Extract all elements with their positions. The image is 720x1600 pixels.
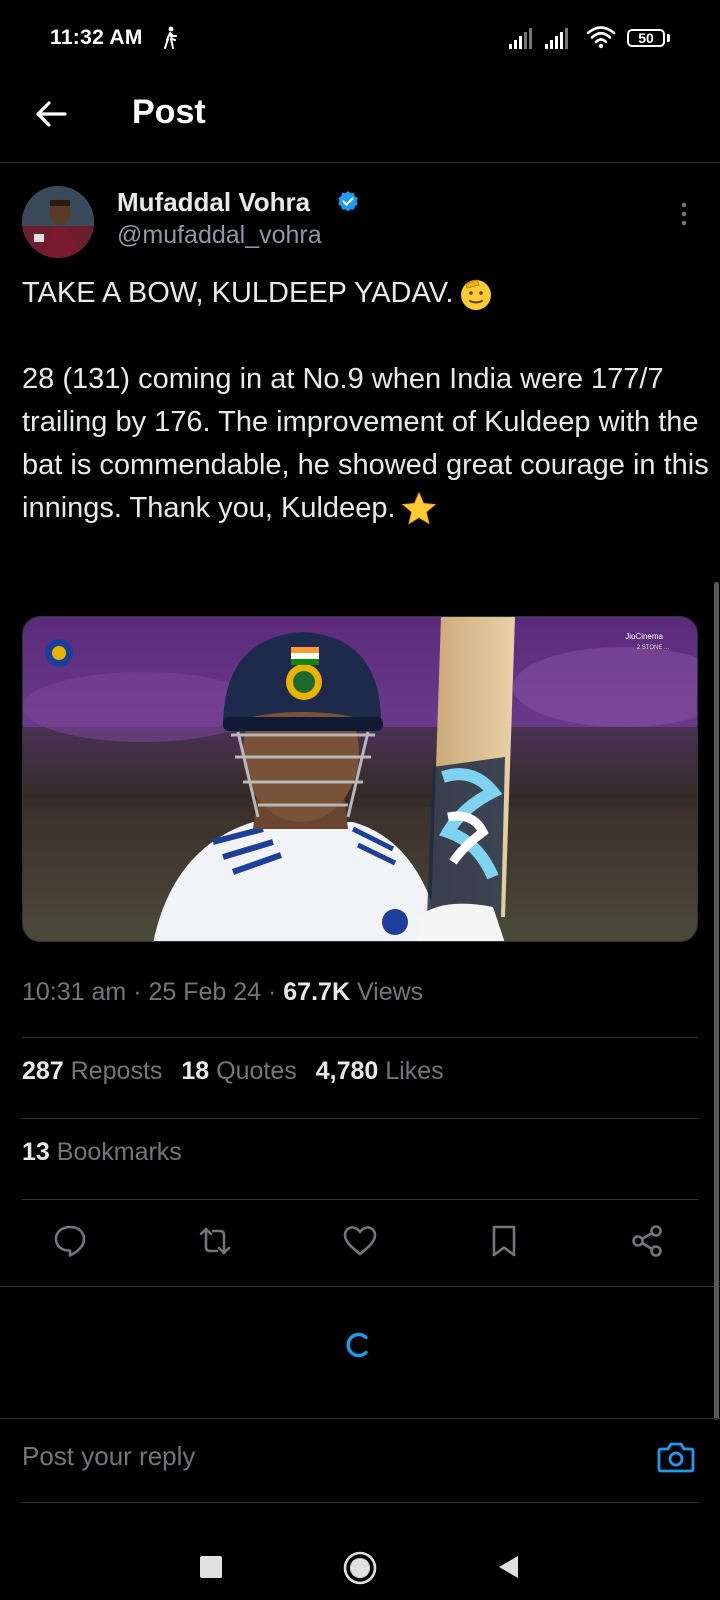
camera-icon[interactable] [656,1437,696,1477]
media-watermark: JioCinema [625,632,663,641]
bookmarks-stat[interactable]: 13 Bookmarks [22,1138,182,1167]
bookmarks-count: 13 [22,1138,50,1166]
likes-count: 4,780 [315,1057,379,1085]
battery-nub [667,34,670,42]
status-bar: 11:32 AM 50 [0,0,720,80]
likes-label: Likes [385,1057,444,1085]
verified-badge-icon [338,191,358,212]
back-triangle-icon[interactable] [496,1554,520,1580]
star-emoji-icon [401,492,436,525]
back-arrow-icon[interactable] [33,96,69,132]
saluting-face-emoji-icon [461,279,492,311]
reply-icon[interactable] [52,1223,88,1259]
tweet-date: 25 Feb 24 [148,978,262,1006]
heart-icon[interactable] [342,1223,378,1259]
tweet-body: 28 (131) coming in at No.9 when India we… [22,358,712,530]
page-title: Post [132,93,206,131]
divider-2 [22,1118,698,1119]
recent-apps-button[interactable] [200,1556,222,1578]
share-icon[interactable] [629,1223,665,1259]
author-name[interactable]: Mufaddal Vohra [117,187,310,218]
meta-separator: · [126,978,149,1006]
scrollbar[interactable] [714,582,719,1420]
tweet-body-text: 28 (131) coming in at No.9 when India we… [22,363,709,524]
repost-icon[interactable] [197,1223,233,1259]
tweet-meta: 10:31 am · 25 Feb 24 · 67.7K Views [22,978,423,1007]
tweet-text: TAKE A BOW, KULDEEP YADAV. 28 (131) comi… [22,272,712,530]
author-handle[interactable]: @mufaddal_vohra [117,221,322,250]
tweet-time: 10:31 am [22,978,127,1006]
likes-stat[interactable]: 4,780 Likes [316,1057,444,1086]
divider-4 [0,1286,720,1287]
meta-separator-2: · [261,978,284,1006]
more-vertical-icon[interactable] [672,200,696,228]
reply-input[interactable]: Post your reply [22,1441,195,1472]
reply-bar: Post your reply [0,1418,720,1503]
loading-spinner-icon [346,1332,368,1358]
tweet-media-image[interactable]: JioCinema 2 STONE ... [22,616,698,942]
wifi-icon [586,26,616,49]
reposts-count: 287 [22,1057,64,1085]
header: Post [0,80,720,163]
quotes-stat[interactable]: 18 Quotes [181,1057,296,1086]
avatar-image [22,186,94,258]
reposts-stat[interactable]: 287 Reposts [22,1057,162,1086]
avatar[interactable] [22,186,94,258]
reposts-label: Reposts [70,1057,163,1085]
engagement-stats: 287 Reposts 18 Quotes 4,780 Likes [22,1057,463,1086]
quotes-count: 18 [181,1057,210,1085]
battery-indicator: 50 [627,29,665,47]
divider [22,1037,698,1038]
divider-3 [22,1199,698,1200]
tweet-headline: TAKE A BOW, KULDEEP YADAV. [22,277,454,309]
media-watermark-sub: 2 STONE ... [637,645,670,651]
signal-icon-2 [545,28,568,49]
cricket-player-photo: JioCinema 2 STONE ... [23,617,697,941]
tweet-line-1: TAKE A BOW, KULDEEP YADAV. [22,272,712,315]
walking-icon [164,26,177,49]
home-button-icon[interactable] [342,1550,378,1586]
views-label: Views [350,978,424,1006]
status-time: 11:32 AM [50,26,143,49]
signal-icon [509,28,532,49]
bookmark-icon[interactable] [486,1223,522,1259]
bookmarks-label: Bookmarks [56,1138,182,1166]
views-count[interactable]: 67.7K [283,978,350,1006]
quotes-label: Quotes [216,1057,297,1085]
system-nav-bar [0,1502,720,1600]
